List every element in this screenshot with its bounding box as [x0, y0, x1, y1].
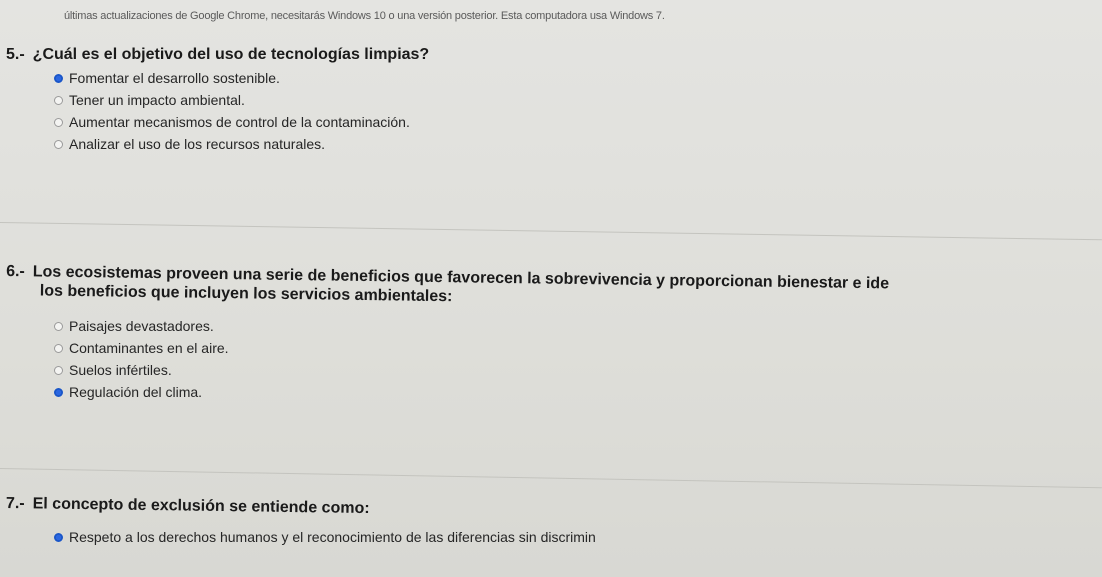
radio-empty-icon[interactable]	[54, 117, 63, 127]
answer-option[interactable]: Aumentar mecanismos de control de la con…	[54, 111, 410, 133]
question-title: 5.- ¿Cuál es el objetivo del uso de tecno…	[6, 45, 429, 64]
option-label: Respeto a los derechos humanos y el reco…	[69, 529, 596, 545]
answer-option[interactable]: Analizar el uso de los recursos naturale…	[54, 133, 410, 155]
radio-empty-icon[interactable]	[54, 321, 63, 331]
browser-update-notice: últimas actualizaciones de Google Chrome…	[64, 10, 665, 22]
question-divider	[0, 222, 1102, 241]
radio-selected-icon[interactable]	[54, 73, 63, 83]
radio-selected-icon[interactable]	[54, 532, 63, 542]
radio-selected-icon[interactable]	[54, 387, 63, 397]
answer-options: Paisajes devastadores. Contaminantes en …	[54, 315, 229, 403]
question-text: El concepto de exclusión se entiende com…	[32, 495, 370, 518]
answer-options: Fomentar el desarrollo sostenible. Tener…	[54, 67, 410, 155]
answer-option[interactable]: Tener un impacto ambiental.	[54, 89, 410, 111]
answer-option[interactable]: Suelos infértiles.	[54, 359, 229, 381]
answer-option[interactable]: Respeto a los derechos humanos y el reco…	[54, 526, 596, 548]
answer-option[interactable]: Regulación del clima.	[54, 381, 229, 403]
question-number: 5.-	[6, 46, 25, 63]
option-label: Regulación del clima.	[69, 384, 203, 400]
radio-empty-icon[interactable]	[54, 139, 63, 149]
question-title: 7.- El concepto de exclusión se entiende …	[6, 494, 370, 518]
question-text: ¿Cuál es el objetivo del uso de tecnolog…	[32, 46, 430, 63]
question-title: 6.- Los ecosistemas proveen una serie de …	[6, 262, 889, 312]
option-label: Tener un impacto ambiental.	[69, 92, 245, 108]
radio-empty-icon[interactable]	[54, 365, 63, 375]
option-label: Suelos infértiles.	[69, 362, 172, 378]
question-number: 6.-	[6, 263, 25, 281]
option-label: Analizar el uso de los recursos naturale…	[69, 136, 326, 152]
answer-option[interactable]: Paisajes devastadores.	[54, 315, 229, 337]
option-label: Fomentar el desarrollo sostenible.	[69, 70, 280, 86]
radio-empty-icon[interactable]	[54, 343, 63, 353]
answer-option[interactable]: Fomentar el desarrollo sostenible.	[54, 67, 410, 89]
option-label: Contaminantes en el aire.	[69, 340, 229, 356]
quiz-page: últimas actualizaciones de Google Chrome…	[0, 0, 1102, 577]
answer-options: Respeto a los derechos humanos y el reco…	[54, 526, 596, 548]
option-label: Aumentar mecanismos de control de la con…	[69, 114, 410, 130]
answer-option[interactable]: Contaminantes en el aire.	[54, 337, 229, 359]
radio-empty-icon[interactable]	[54, 95, 63, 105]
question-number: 7.-	[5, 495, 25, 513]
question-divider	[0, 468, 1102, 489]
option-label: Paisajes devastadores.	[69, 318, 214, 334]
